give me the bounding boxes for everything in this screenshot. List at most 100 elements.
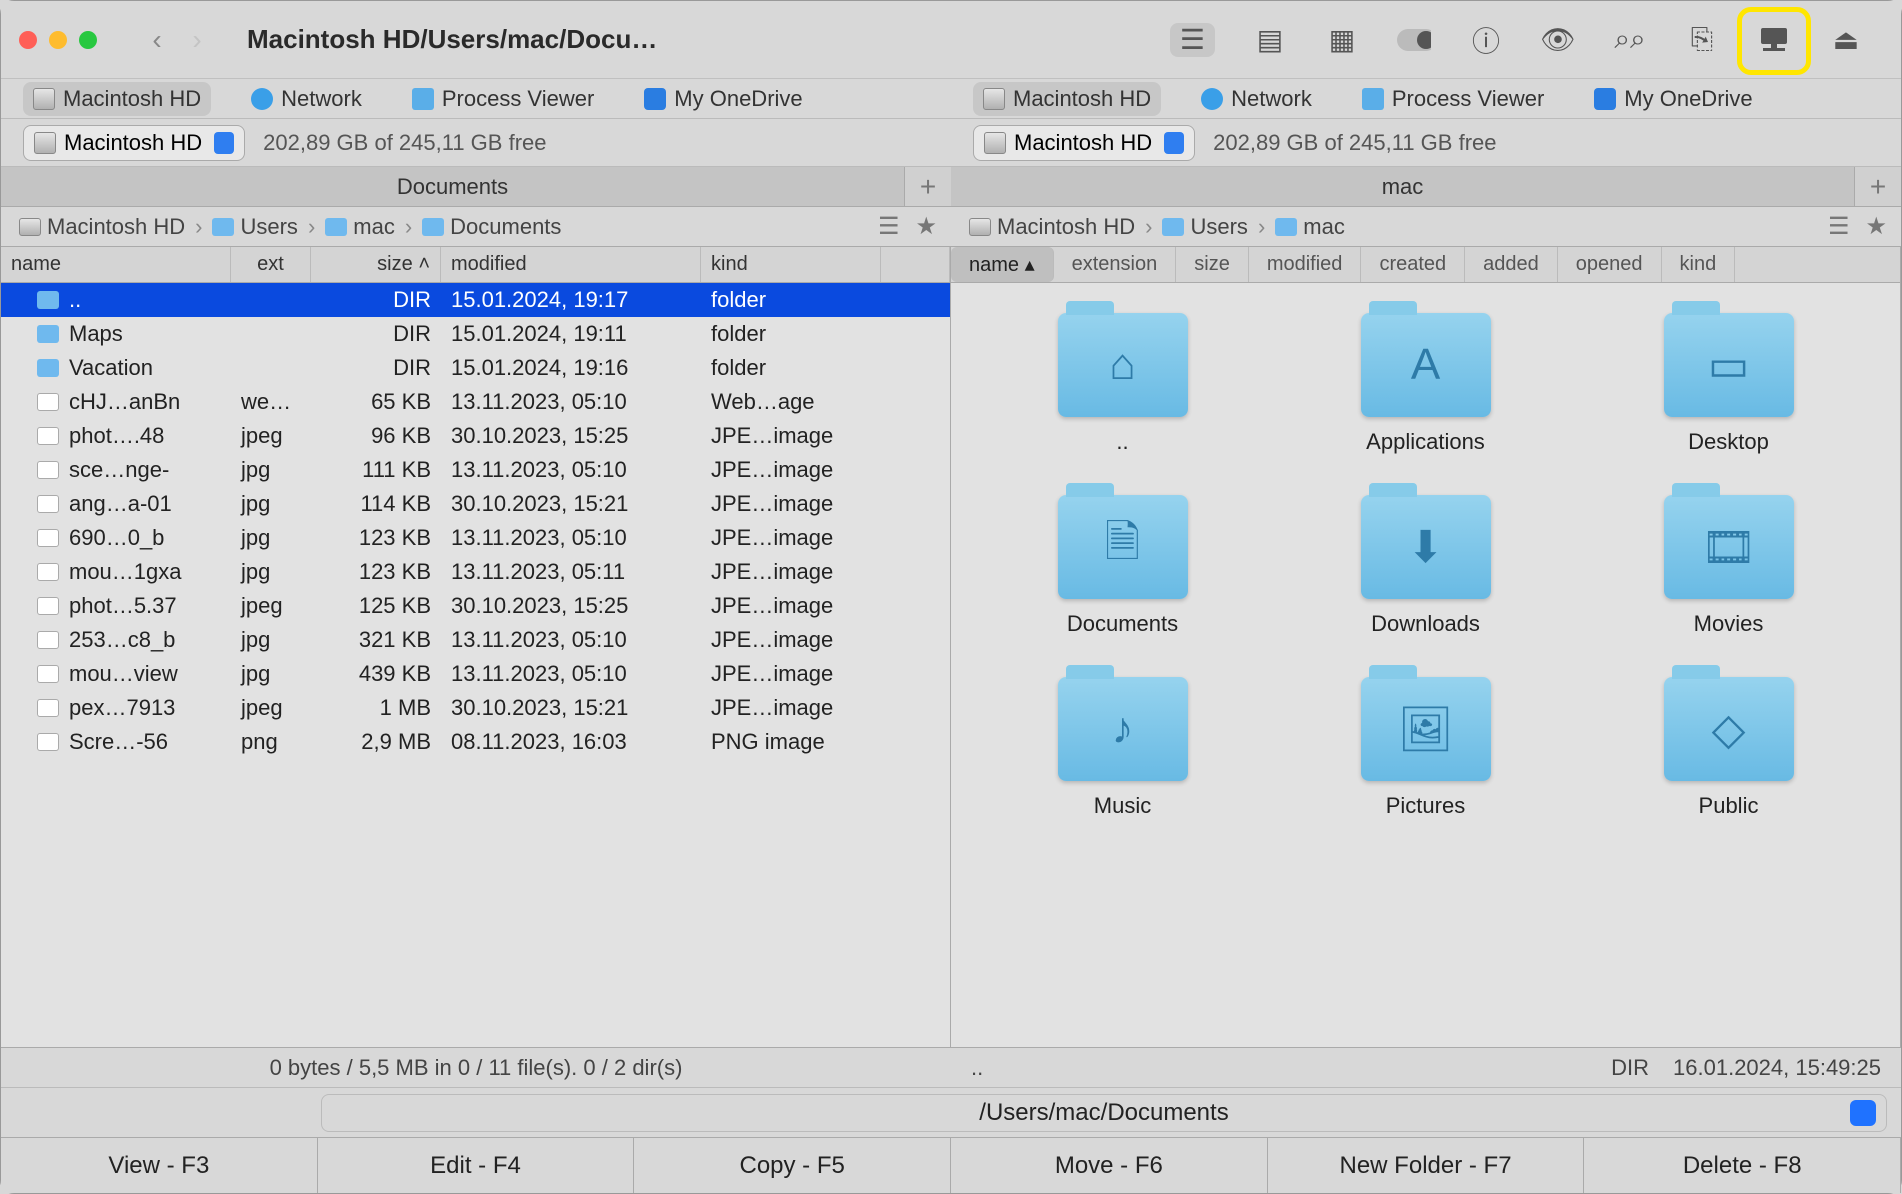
info-icon[interactable]: ⓘ [1469, 23, 1503, 57]
col-name[interactable]: name ▴ [951, 247, 1054, 282]
file-row[interactable]: phot….48jpeg96 KB30.10.2023, 15:25JPE…im… [1, 419, 950, 453]
col-opened[interactable]: opened [1558, 247, 1662, 282]
file-row[interactable]: MapsDIR15.01.2024, 19:11folder [1, 317, 950, 351]
col-kind[interactable]: kind [701, 247, 881, 282]
back-button[interactable]: ‹ [137, 24, 177, 56]
favorite-macintosh-hd[interactable]: Macintosh HD [973, 82, 1161, 116]
folder-desktop[interactable]: ▭Desktop [1597, 313, 1860, 455]
favorite-process-viewer[interactable]: Process Viewer [402, 82, 604, 116]
new-tab-right[interactable]: + [1855, 167, 1901, 206]
right-pane: name ▴extensionsizemodifiedcreatedaddedo… [951, 247, 1901, 1047]
forward-button[interactable]: › [177, 24, 217, 56]
file-icon [37, 699, 59, 717]
file-row[interactable]: ang…a-01jpg114 KB30.10.2023, 15:21JPE…im… [1, 487, 950, 521]
volume-selector-right[interactable]: Macintosh HD [973, 125, 1195, 161]
col-modified[interactable]: modified [441, 247, 701, 282]
file-list[interactable]: ..DIR15.01.2024, 19:17folderMapsDIR15.01… [1, 283, 950, 1047]
crumb-macintosh-hd[interactable]: Macintosh HD› [969, 214, 1156, 240]
tab-left[interactable]: Documents [1, 167, 905, 206]
view-columns-icon[interactable]: ▤ [1253, 23, 1287, 57]
favorite-star-icon[interactable]: ★ [1865, 212, 1887, 241]
folder-icon [325, 218, 347, 236]
favorite-network[interactable]: Network [1191, 82, 1322, 116]
fn-view[interactable]: View - F3 [1, 1138, 318, 1193]
file-icon [37, 563, 59, 581]
crumb-users[interactable]: Users› [212, 214, 319, 240]
folder-music[interactable]: ♪Music [991, 677, 1254, 819]
breadcrumb-bar: Macintosh HD›Users›mac›Documents ☰ ★ Mac… [1, 207, 1901, 247]
crumb-users[interactable]: Users› [1162, 214, 1269, 240]
fn-edit[interactable]: Edit - F4 [318, 1138, 635, 1193]
zoom-button[interactable] [79, 31, 97, 49]
favorite-my-onedrive[interactable]: My OneDrive [634, 82, 812, 116]
folder-parentparent[interactable]: ⌂.. [991, 313, 1254, 455]
col-size[interactable]: size [1176, 247, 1249, 282]
binoculars-icon[interactable]: ⌕⌕ [1613, 23, 1647, 57]
volume-selector-left[interactable]: Macintosh HD [23, 125, 245, 161]
file-row[interactable]: Scre…-56png2,9 MB08.11.2023, 16:03PNG im… [1, 725, 950, 759]
eject-icon[interactable]: ⏏ [1829, 23, 1863, 57]
new-tab-left[interactable]: + [905, 167, 951, 206]
col-ext[interactable]: ext [231, 247, 311, 282]
column-header-left: name ext size ˄ modified kind [1, 247, 950, 283]
list-mode-icon[interactable]: ☰ [1828, 212, 1850, 241]
col-added[interactable]: added [1465, 247, 1558, 282]
folder-icon [37, 325, 59, 343]
folder-icon: 🖼 [1361, 677, 1491, 781]
file-row[interactable]: mou…viewjpg439 KB13.11.2023, 05:10JPE…im… [1, 657, 950, 691]
file-row[interactable]: VacationDIR15.01.2024, 19:16folder [1, 351, 950, 385]
fn-move[interactable]: Move - F6 [951, 1138, 1268, 1193]
col-name[interactable]: name [1, 247, 231, 282]
icon-view[interactable]: ⌂.. AApplications ▭Desktop 🗎Documents ⬇Downl… [951, 283, 1900, 1047]
favorite-macintosh-hd[interactable]: Macintosh HD [23, 82, 211, 116]
folder-icon: A [1361, 313, 1491, 417]
crumb-documents[interactable]: Documents [422, 214, 561, 240]
quicklook-icon[interactable]: 👁 [1541, 23, 1575, 57]
disk-icon [34, 132, 56, 154]
fn-delete[interactable]: Delete - F8 [1584, 1138, 1901, 1193]
folder-public[interactable]: ◇Public [1597, 677, 1860, 819]
crumb-macintosh-hd[interactable]: Macintosh HD› [19, 214, 206, 240]
file-row[interactable]: phot…5.37jpeg125 KB30.10.2023, 15:25JPE…… [1, 589, 950, 623]
favorite-my-onedrive[interactable]: My OneDrive [1584, 82, 1762, 116]
close-button[interactable] [19, 31, 37, 49]
path-field[interactable]: /Users/mac/Documents [321, 1094, 1887, 1132]
crumb-mac[interactable]: mac [1275, 214, 1345, 240]
file-row[interactable]: 253…c8_bjpg321 KB13.11.2023, 05:10JPE…im… [1, 623, 950, 657]
file-row[interactable]: sce…nge-jpg111 KB13.11.2023, 05:10JPE…im… [1, 453, 950, 487]
network-share-icon[interactable] [1757, 23, 1791, 57]
view-grid-icon[interactable]: ▦ [1325, 23, 1359, 57]
col-size[interactable]: size ˄ [311, 247, 441, 282]
col-extension[interactable]: extension [1054, 247, 1177, 282]
file-row[interactable]: mou…1gxajpg123 KB13.11.2023, 05:11JPE…im… [1, 555, 950, 589]
col-kind[interactable]: kind [1662, 247, 1736, 282]
file-row[interactable]: pex…7913jpeg1 MB30.10.2023, 15:21JPE…ima… [1, 691, 950, 725]
favorite-process-viewer[interactable]: Process Viewer [1352, 82, 1554, 116]
col-created[interactable]: created [1361, 247, 1465, 282]
folder-applications[interactable]: AApplications [1294, 313, 1557, 455]
folder-pictures[interactable]: 🖼Pictures [1294, 677, 1557, 819]
folder-documents[interactable]: 🗎Documents [991, 495, 1254, 637]
crumb-mac[interactable]: mac› [325, 214, 416, 240]
tab-right[interactable]: mac [951, 167, 1855, 206]
minimize-button[interactable] [49, 31, 67, 49]
file-icon [37, 597, 59, 615]
folder-movies[interactable]: 🎞Movies [1597, 495, 1860, 637]
folder-icon [212, 218, 234, 236]
toggle-switch-icon[interactable] [1397, 23, 1431, 57]
fn-new[interactable]: New Folder - F7 [1268, 1138, 1585, 1193]
file-row[interactable]: 690…0_bjpg123 KB13.11.2023, 05:10JPE…ima… [1, 521, 950, 555]
archive-icon[interactable]: ⎘ [1685, 23, 1719, 57]
list-mode-icon[interactable]: ☰ [878, 212, 900, 241]
favorite-star-icon[interactable]: ★ [915, 212, 937, 241]
folder-downloads[interactable]: ⬇Downloads [1294, 495, 1557, 637]
view-list-icon[interactable]: ☰ [1170, 23, 1215, 57]
fn-copy[interactable]: Copy - F5 [634, 1138, 951, 1193]
blue-icon [1362, 88, 1384, 110]
file-row[interactable]: ..DIR15.01.2024, 19:17folder [1, 283, 950, 317]
favorite-network[interactable]: Network [241, 82, 372, 116]
file-row[interactable]: cHJ…anBnwe…65 KB13.11.2023, 05:10Web…age [1, 385, 950, 419]
folder-icon: ⌂ [1058, 313, 1188, 417]
col-modified[interactable]: modified [1249, 247, 1362, 282]
title-path: Macintosh HD/Users/mac/Docu… [247, 24, 657, 55]
